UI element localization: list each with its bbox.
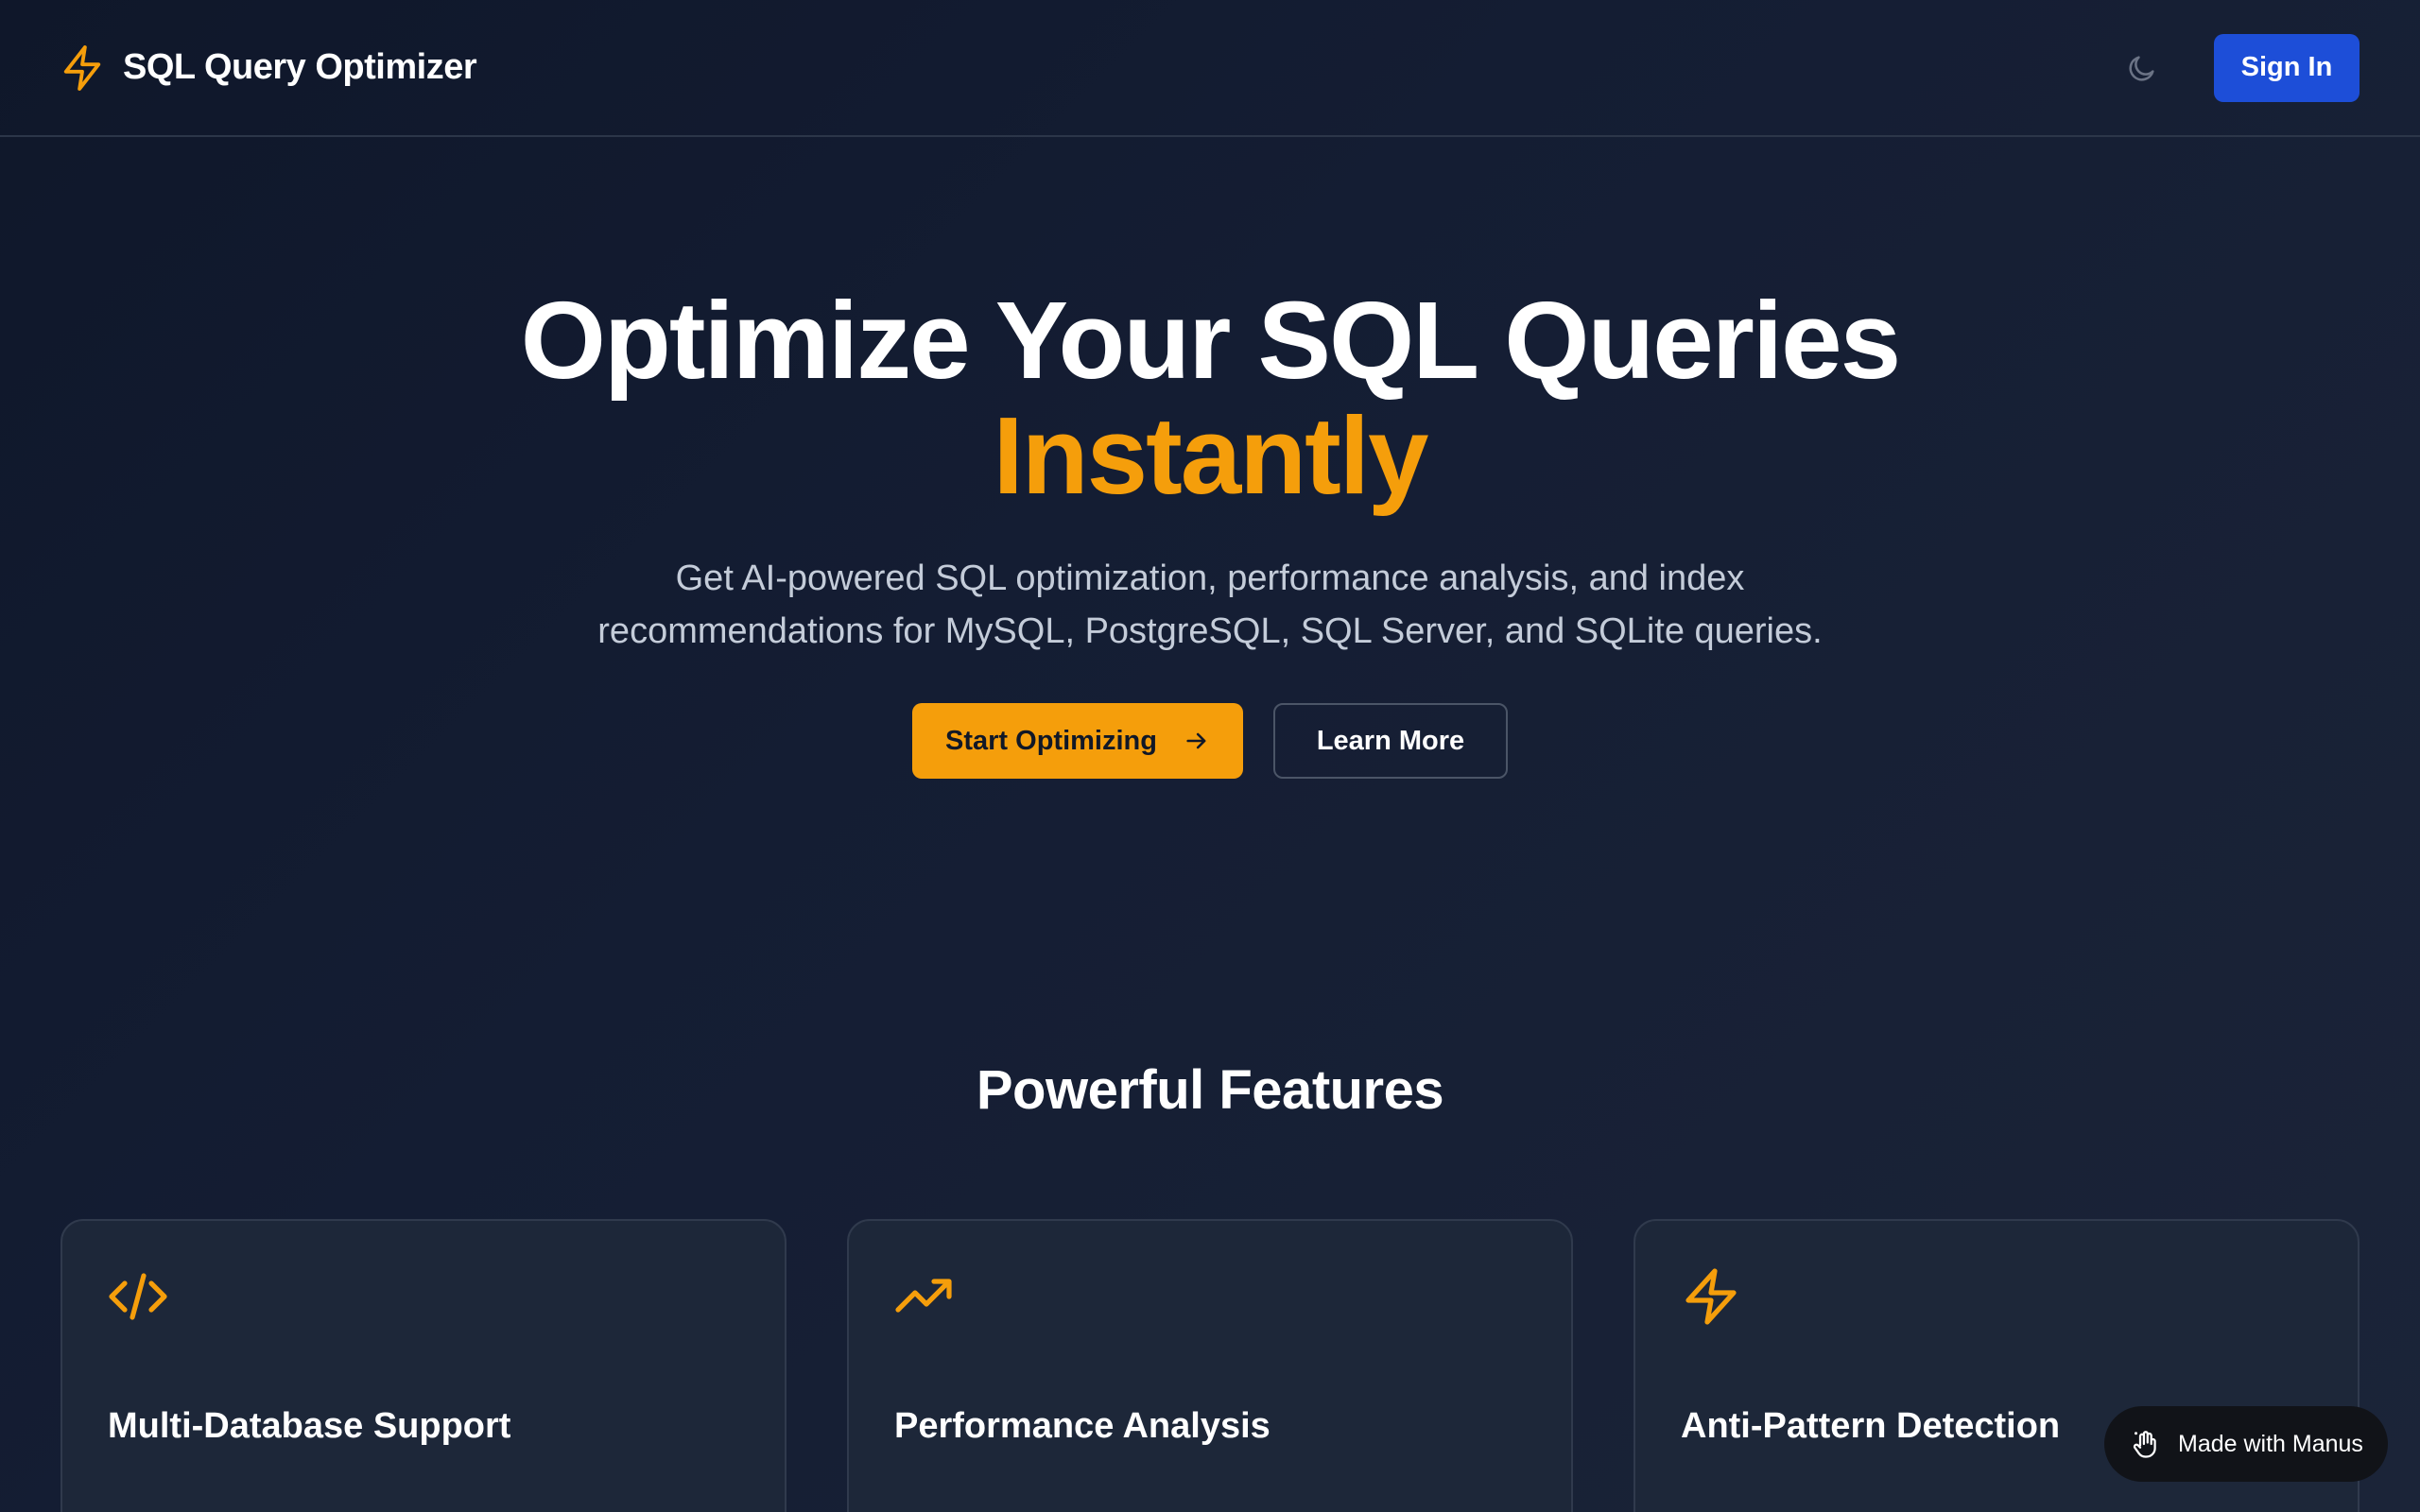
page: SQL Query Optimizer Sign In Optimize You… xyxy=(0,0,2420,1512)
code-icon xyxy=(109,1273,167,1320)
hero-actions: Start Optimizing Learn More xyxy=(0,703,2420,779)
brand-title: SQL Query Optimizer xyxy=(123,47,477,87)
start-optimizing-button[interactable]: Start Optimizing xyxy=(912,703,1243,779)
feature-card-title: Performance Analysis xyxy=(894,1406,1270,1446)
hero-title-highlight: Instantly xyxy=(993,394,1429,517)
lightning-bolt-icon xyxy=(63,44,101,91)
feature-card-performance[interactable]: Performance Analysis xyxy=(847,1219,1573,1512)
hero: Optimize Your SQL Queries Instantly Get … xyxy=(0,284,2420,779)
moon-icon xyxy=(2129,55,2154,81)
start-optimizing-label: Start Optimizing xyxy=(945,725,1157,756)
feature-card-multi-database[interactable]: Multi-Database Support xyxy=(60,1219,786,1512)
header-actions: Sign In xyxy=(2108,33,2360,102)
feature-card-title: Multi-Database Support xyxy=(108,1406,511,1446)
feature-card-title: Anti-Pattern Detection xyxy=(1681,1406,2061,1446)
hero-title: Optimize Your SQL Queries xyxy=(520,279,1901,402)
theme-toggle-button[interactable] xyxy=(2108,34,2176,102)
arrow-right-icon xyxy=(1186,732,1206,749)
features-title: Powerful Features xyxy=(976,1059,1444,1121)
brand[interactable]: SQL Query Optimizer xyxy=(60,44,477,92)
made-with-manus-badge[interactable]: Made with Manus xyxy=(2104,1406,2388,1482)
trending-up-icon xyxy=(895,1279,952,1313)
lightning-bolt-icon xyxy=(1685,1268,1737,1325)
learn-more-button[interactable]: Learn More xyxy=(1273,703,1508,779)
hero-subtitle: Get AI-powered SQL optimization, perform… xyxy=(597,558,1823,651)
top-nav: SQL Query Optimizer Sign In xyxy=(0,0,2420,137)
hand-icon xyxy=(2133,1431,2156,1458)
badge-label: Made with Manus xyxy=(2178,1430,2363,1457)
sign-in-button[interactable]: Sign In xyxy=(2214,33,2360,102)
feature-cards: Multi-Database Support Performance Analy… xyxy=(60,1219,2360,1512)
